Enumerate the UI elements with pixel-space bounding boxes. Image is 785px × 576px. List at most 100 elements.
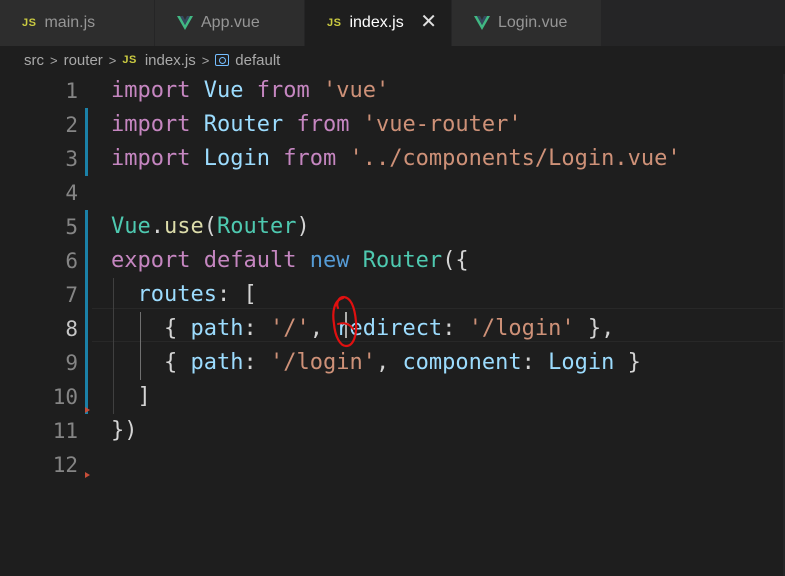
- tab-label: Login.vue: [498, 14, 568, 31]
- code-token: (: [203, 214, 217, 239]
- code-token: new: [309, 248, 350, 273]
- tab-app-vue[interactable]: App.vue: [155, 0, 305, 46]
- line-number: 12: [52, 453, 78, 477]
- code-text[interactable]: ]: [111, 380, 150, 414]
- breadcrumb-item-symbol[interactable]: default: [235, 52, 280, 69]
- line-number: 6: [65, 249, 78, 273]
- code-editor[interactable]: 1 import Vue from 'vue' 2 import Router fro…: [0, 74, 785, 576]
- code-line[interactable]: 3 import Login from '../components/Login.…: [0, 142, 785, 176]
- code-line[interactable]: 8 { path: '/', redirect: '/login' },: [0, 312, 785, 346]
- code-token: 'vue-router': [362, 112, 522, 137]
- code-token: from: [256, 78, 310, 103]
- tab-bar: JS main.js App.vue JS index.js ✕ Login.vue: [0, 0, 785, 46]
- breadcrumb-item-file[interactable]: index.js: [145, 52, 196, 69]
- code-token: '../components/Login.vue': [349, 146, 681, 171]
- code-token: use: [164, 214, 204, 239]
- line-number: 5: [65, 215, 78, 239]
- breadcrumb: src > router > JS index.js > default: [0, 46, 785, 74]
- code-line[interactable]: 9 { path: '/login', component: Login }: [0, 346, 785, 380]
- breadcrumb-item-router[interactable]: router: [64, 52, 103, 69]
- code-line[interactable]: 5 Vue.use(Router): [0, 210, 785, 244]
- code-text[interactable]: import Router from 'vue-router': [111, 108, 522, 142]
- code-token: .: [150, 214, 164, 239]
- code-line[interactable]: 10 ]: [0, 380, 785, 414]
- code-token: },: [574, 316, 615, 341]
- code-line[interactable]: 4: [0, 176, 785, 210]
- code-token: ): [296, 214, 310, 239]
- code-token: '/login': [468, 316, 575, 341]
- code-token: }: [614, 350, 641, 375]
- code-token: Router: [362, 248, 443, 273]
- code-line[interactable]: 6 export default new Router({: [0, 244, 785, 278]
- code-line[interactable]: 12: [0, 448, 785, 482]
- js-file-icon: JS: [22, 17, 37, 29]
- close-icon[interactable]: ✕: [420, 10, 437, 34]
- code-token: import: [111, 112, 191, 137]
- breadcrumb-item-src[interactable]: src: [24, 52, 44, 69]
- code-token: import: [111, 78, 191, 103]
- code-token: Login: [548, 350, 615, 375]
- code-text[interactable]: { path: '/login', component: Login }: [111, 346, 641, 380]
- code-token: Vue: [203, 78, 244, 103]
- code-token: from: [296, 112, 350, 137]
- code-token: :: [521, 350, 549, 375]
- line-number: 4: [65, 181, 78, 205]
- vue-file-icon: [177, 16, 193, 30]
- vscode-editor-window: JS main.js App.vue JS index.js ✕ Login.vue src…: [0, 0, 785, 576]
- tab-index-js[interactable]: JS index.js ✕: [305, 0, 452, 46]
- tab-main-js[interactable]: JS main.js: [0, 0, 155, 46]
- code-text[interactable]: export default new Router({: [111, 244, 469, 278]
- line-number: 2: [65, 113, 78, 137]
- code-token: Vue: [111, 214, 151, 239]
- code-token: }): [111, 418, 138, 443]
- code-line[interactable]: 7 routes: [: [0, 278, 785, 312]
- code-token: Router: [203, 112, 284, 137]
- tab-label: index.js: [349, 14, 404, 31]
- js-file-icon: JS: [327, 17, 342, 29]
- code-token: :: [243, 316, 270, 341]
- code-text[interactable]: routes: [: [111, 278, 257, 312]
- code-token: component: [402, 350, 522, 375]
- code-token: {: [111, 316, 191, 341]
- code-text[interactable]: import Login from '../components/Login.v…: [111, 142, 681, 176]
- line-number: 7: [65, 283, 78, 307]
- line-number: 3: [65, 147, 78, 171]
- code-token: Router: [217, 214, 297, 239]
- line-number: 1: [65, 79, 78, 103]
- code-token: :: [442, 316, 469, 341]
- code-token: export: [111, 248, 191, 273]
- line-number: 10: [52, 385, 78, 409]
- code-token: ({: [442, 248, 469, 273]
- code-line[interactable]: 11}): [0, 414, 785, 448]
- tab-login-vue[interactable]: Login.vue: [452, 0, 602, 46]
- red-circle-annotation: [332, 295, 358, 348]
- code-token: ,: [375, 350, 403, 375]
- code-token: from: [283, 146, 337, 171]
- code-line[interactable]: 1 import Vue from 'vue': [0, 74, 785, 108]
- code-text[interactable]: import Vue from 'vue': [111, 74, 389, 108]
- line-number: 8: [65, 317, 78, 341]
- chevron-right-icon: >: [108, 52, 117, 68]
- code-text[interactable]: Vue.use(Router): [111, 210, 310, 244]
- code-token: : [: [216, 282, 257, 307]
- code-text[interactable]: }): [111, 414, 138, 448]
- line-number: 11: [52, 419, 78, 443]
- code-token: default: [203, 248, 297, 273]
- code-line[interactable]: 2 import Router from 'vue-router': [0, 108, 785, 142]
- code-token: routes: [137, 282, 217, 307]
- code-token: :: [243, 350, 270, 375]
- code-token: path: [190, 316, 244, 341]
